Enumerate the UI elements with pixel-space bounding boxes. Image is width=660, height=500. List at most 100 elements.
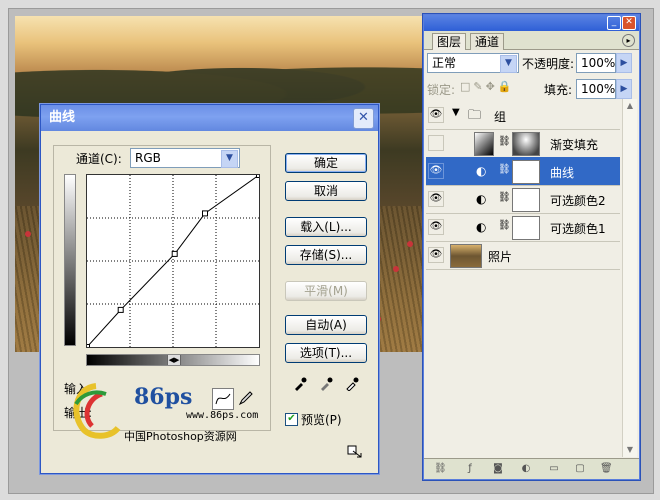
curve-graph[interactable] [84,172,262,350]
layer-name: 渐变填充 [550,138,599,152]
link-layers-icon[interactable]: ⛓ [434,463,447,474]
new-group-icon[interactable]: ▭ [548,463,560,474]
options-button[interactable]: 选项(T)... [285,343,367,363]
curve-control-point[interactable] [117,306,124,313]
gradient-thumb [474,132,494,156]
adjustment-icon: ◐ [476,220,487,234]
link-icon: ⛓ [498,192,511,203]
channel-value: RGB [135,151,161,165]
layer-name: 照片 [488,250,513,264]
curve-control-point[interactable] [84,344,90,350]
eye-icon[interactable]: 👁 [428,219,444,235]
blend-mode-select[interactable]: 正常 ▼ [427,53,519,73]
flower [25,231,31,237]
layer-row-photo[interactable]: 👁 照片 [426,241,620,270]
save-button[interactable]: 存储(S)... [285,245,367,265]
output-gradient-bar [64,174,76,346]
preview-checkbox[interactable]: ✔ [285,413,298,426]
eye-hidden-icon[interactable] [428,135,444,151]
curve-svg[interactable] [84,172,262,350]
eye-icon[interactable]: 👁 [428,247,444,263]
smooth-button[interactable]: 平滑(M) [285,281,367,301]
opacity-arrow-icon[interactable]: ▶ [616,53,632,73]
logo-swirl-icon [73,383,121,439]
chevron-down-icon[interactable]: ▼ [221,150,238,168]
mask-thumb [512,216,540,240]
fill-input[interactable]: 100% [576,79,616,99]
minimize-icon[interactable]: _ [607,16,621,30]
layer-row-curves[interactable]: 👁 ◐ ⛓ 曲线 [426,157,620,186]
auto-button[interactable]: 自动(A) [285,315,367,335]
new-adjustment-icon[interactable]: ◐ [520,463,532,474]
layer-name: 可选颜色1 [550,222,606,236]
link-icon: ⛓ [498,136,511,147]
folder-icon: 🗀 [468,108,482,123]
channel-select[interactable]: RGB ▼ [130,148,240,168]
tab-channels[interactable]: 通道 [470,33,505,50]
fill-arrow-icon[interactable]: ▶ [616,79,632,99]
layers-scrollbar[interactable]: ▲ ▼ [622,99,637,457]
eye-icon[interactable]: 👁 [428,107,444,123]
cancel-button[interactable]: 取消 [285,181,367,201]
mask-thumb [512,160,540,184]
fill-label: 填充: [544,83,573,97]
layers-panel: _ ✕ 图层 通道 ▸ 正常 ▼ 不透明度: 100% ▶ 锁定: □✎✥🔒 填… [423,14,640,480]
link-icon: ⛓ [498,164,511,175]
ok-button[interactable]: 确定 [285,153,367,173]
dialog-title-bar[interactable]: 曲线 ✕ [41,105,378,131]
gradient-toggle-icon[interactable]: ◀▶ [167,355,181,365]
chevron-down-icon[interactable]: ▼ [500,55,517,73]
close-icon[interactable]: ✕ [622,16,636,30]
add-mask-icon[interactable]: ◙ [492,463,504,474]
flower [393,266,399,272]
flower [407,241,413,247]
layers-footer: ⛓ ƒ ◙ ◐ ▭ ▢ 🗑 [424,458,639,479]
layer-row-gradient[interactable]: ⛓ 渐变填充 [426,129,620,158]
layer-row-selective-color-2[interactable]: 👁 ◐ ⛓ 可选颜色2 [426,185,620,214]
curve-control-point[interactable] [256,172,262,178]
preview-label: 预览(P) [301,413,342,427]
panel-menu-icon[interactable]: ▸ [622,34,635,47]
layer-name: 组 [494,110,507,124]
expand-triangle-icon[interactable]: ▼ [452,107,460,118]
load-button[interactable]: 载入(L)... [285,217,367,237]
layer-style-icon[interactable]: ƒ [464,463,476,474]
input-gradient-bar[interactable]: ◀▶ [86,354,260,366]
tab-layers[interactable]: 图层 [432,33,467,50]
layer-name: 可选颜色2 [550,194,606,208]
mask-thumb [512,188,540,212]
blend-mode-value: 正常 [432,56,457,70]
trash-icon[interactable]: 🗑 [600,463,613,474]
fill-value: 100% [581,82,616,96]
link-icon: ⛓ [498,220,511,231]
white-eyedropper-icon[interactable] [345,377,359,392]
adjustment-icon: ◐ [476,192,487,206]
panel-title-bar[interactable]: _ ✕ [424,15,639,31]
adjustment-icon: ◐ [476,164,487,178]
opacity-value: 100% [581,56,616,70]
scroll-up-icon[interactable]: ▲ [623,99,637,113]
close-icon[interactable]: ✕ [353,108,374,129]
curve-control-point[interactable] [202,210,208,217]
lock-icons[interactable]: □✎✥🔒 [460,80,515,93]
lock-label: 锁定: [427,83,456,97]
logo-caption: 中国Photoshop资源网 [124,430,237,443]
layer-row-selective-color-1[interactable]: 👁 ◐ ⛓ 可选颜色1 [426,213,620,242]
logo-url: www.86ps.com [186,410,259,421]
gray-eyedropper-icon[interactable] [319,377,333,391]
channel-label: 通道(C): [76,152,122,166]
layer-row-group[interactable]: 👁 ▼ 🗀 组 [426,101,620,130]
black-eyedropper-icon[interactable] [293,377,307,391]
eye-icon[interactable]: 👁 [428,163,444,179]
opacity-label: 不透明度: [522,57,575,71]
curve-line[interactable] [86,174,260,348]
mask-thumb [512,132,540,156]
eye-icon[interactable]: 👁 [428,191,444,207]
layer-name: 曲线 [550,166,575,180]
new-layer-icon[interactable]: ▢ [574,463,586,474]
curve-control-point[interactable] [171,250,178,257]
logo-brand: 86ps [134,384,193,410]
scroll-down-icon[interactable]: ▼ [623,443,637,457]
expand-icon[interactable] [347,445,363,459]
opacity-input[interactable]: 100% [576,53,616,73]
